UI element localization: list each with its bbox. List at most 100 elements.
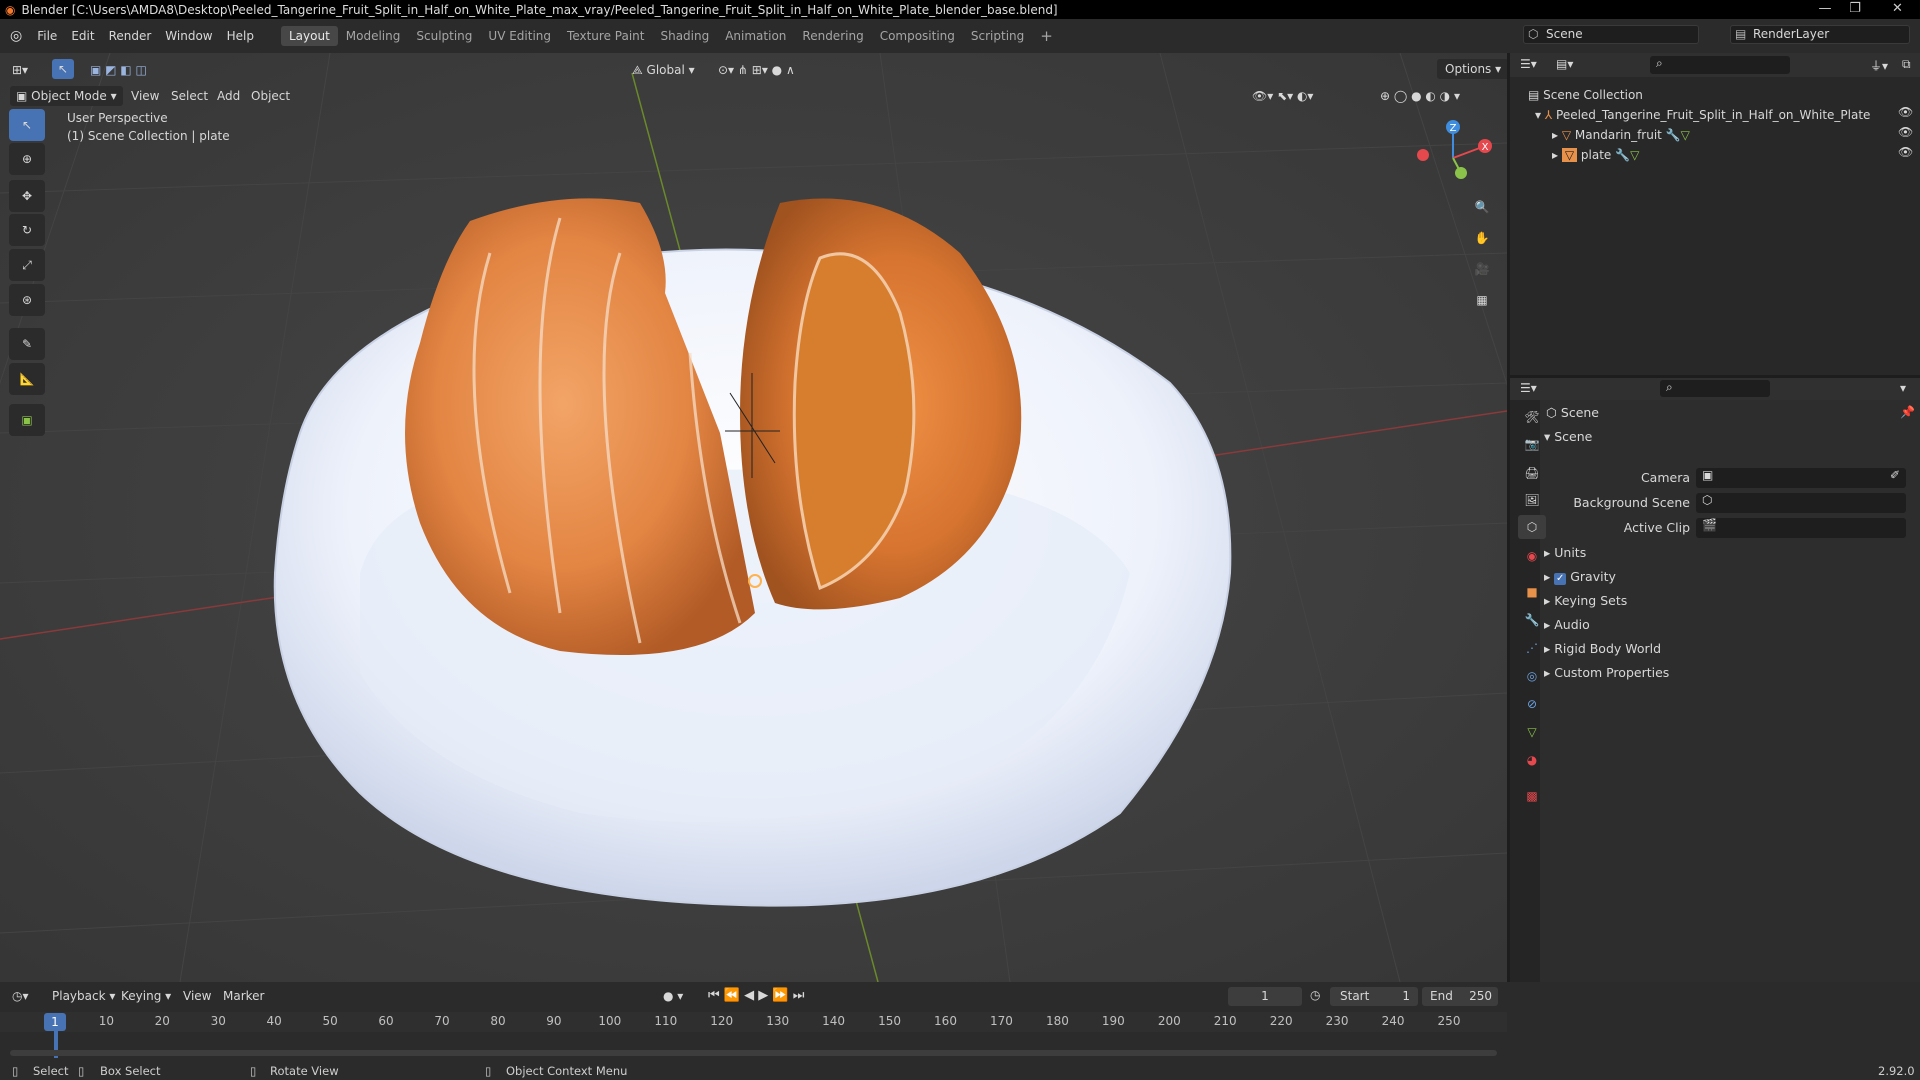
- select-box-tool[interactable]: ↖: [9, 109, 45, 141]
- menu-window[interactable]: Window: [158, 29, 219, 43]
- select-tool-icon[interactable]: ↖: [52, 59, 74, 79]
- data-tab-icon[interactable]: ▽: [1518, 720, 1546, 744]
- rotate-tool[interactable]: ↻: [9, 214, 45, 246]
- modifier-tab-icon[interactable]: 🔧: [1518, 608, 1546, 632]
- gizmo-y-axis[interactable]: [1455, 167, 1467, 179]
- timeline-editor-type-icon[interactable]: ◷▾: [12, 986, 29, 1006]
- current-frame-field[interactable]: 1: [1228, 987, 1302, 1006]
- visibility-eye-icon[interactable]: 👁: [1898, 145, 1913, 159]
- object-mode-dropdown[interactable]: ▣ Object Mode ▾: [10, 86, 123, 106]
- keying-menu[interactable]: Keying ▾: [121, 986, 171, 1006]
- blender-menu-icon[interactable]: ◎: [10, 28, 22, 44]
- chevron-down-icon[interactable]: ▾: [1900, 381, 1906, 395]
- menu-help[interactable]: Help: [220, 29, 261, 43]
- active-clip-field[interactable]: 🎬: [1696, 518, 1906, 538]
- navigation-gizmo[interactable]: Z X: [1405, 113, 1500, 193]
- close-icon[interactable]: ✕: [1875, 0, 1920, 19]
- end-frame-field[interactable]: End 250: [1422, 987, 1498, 1006]
- eyedropper-icon[interactable]: ✐: [1890, 468, 1900, 482]
- rigid-body-world-section[interactable]: ▸ Rigid Body World: [1544, 638, 1661, 660]
- world-tab-icon[interactable]: ◉: [1518, 544, 1546, 568]
- outliner-editor-type-icon[interactable]: ☰▾: [1520, 57, 1537, 71]
- playback-menu[interactable]: Playback ▾: [52, 986, 115, 1006]
- new-collection-icon[interactable]: ⧉: [1902, 57, 1911, 72]
- cursor-tool[interactable]: ⊕: [9, 143, 45, 175]
- marker-menu[interactable]: Marker: [223, 986, 264, 1006]
- playback-controls[interactable]: ⏮ ⏪ ◀ ▶ ⏩ ⏭: [708, 986, 804, 1006]
- viewport-menu-object[interactable]: Object: [251, 86, 290, 106]
- pivot-snap-icons[interactable]: ⊙▾ ⋔ ⊞▾ ● ∧: [718, 60, 795, 80]
- camera-view-icon[interactable]: 🎥: [1468, 255, 1496, 283]
- units-section[interactable]: ▸ Units: [1544, 542, 1586, 564]
- scale-tool[interactable]: ⤢: [9, 249, 45, 281]
- scene-panel-header[interactable]: ▾ Scene: [1544, 426, 1592, 448]
- editor-type-icon[interactable]: ⊞▾: [12, 60, 28, 80]
- measure-tool[interactable]: 📐: [9, 363, 45, 395]
- menu-edit[interactable]: Edit: [64, 29, 101, 43]
- tab-scripting[interactable]: Scripting: [963, 26, 1032, 46]
- timeline-view-menu[interactable]: View: [183, 986, 211, 1006]
- minimize-icon[interactable]: —: [1810, 0, 1840, 19]
- properties-editor-type-icon[interactable]: ☰▾: [1520, 381, 1537, 395]
- tab-modeling[interactable]: Modeling: [338, 26, 409, 46]
- gizmo-neg-x[interactable]: [1417, 149, 1429, 161]
- timeline-scrollbar[interactable]: [10, 1050, 1497, 1056]
- transform-tool[interactable]: ⊛: [9, 284, 45, 316]
- physics-tab-icon[interactable]: ◎: [1518, 664, 1546, 688]
- options-button[interactable]: Options ▾: [1437, 59, 1507, 79]
- menu-render[interactable]: Render: [102, 29, 159, 43]
- tab-uv-editing[interactable]: UV Editing: [480, 26, 559, 46]
- tab-animation[interactable]: Animation: [717, 26, 794, 46]
- viewport-menu-view[interactable]: View: [131, 86, 159, 106]
- outliner-search-input[interactable]: ⌕: [1650, 56, 1790, 74]
- custom-properties-section[interactable]: ▸ Custom Properties: [1544, 662, 1669, 684]
- add-workspace-icon[interactable]: +: [1032, 24, 1061, 48]
- keying-sets-section[interactable]: ▸ Keying Sets: [1544, 590, 1627, 612]
- tree-object-plate[interactable]: ▸ ▽ plate 🔧▽: [1552, 145, 1639, 165]
- object-tab-icon[interactable]: ■: [1518, 580, 1546, 604]
- start-frame-field[interactable]: Start 1: [1330, 987, 1418, 1006]
- render-tab-icon[interactable]: 📷: [1518, 432, 1546, 456]
- pin-icon[interactable]: 📌: [1900, 405, 1915, 419]
- viewport-menu-select[interactable]: Select: [171, 86, 208, 106]
- gravity-checkbox[interactable]: ✓: [1554, 573, 1567, 585]
- orientation-dropdown[interactable]: ⟁ Global ▾: [632, 60, 695, 80]
- pan-hand-icon[interactable]: ✋: [1468, 224, 1496, 252]
- tab-texture-paint[interactable]: Texture Paint: [559, 26, 652, 46]
- audio-section[interactable]: ▸ Audio: [1544, 614, 1590, 636]
- ortho-grid-icon[interactable]: ▦: [1468, 286, 1496, 314]
- record-keyframe-icon[interactable]: ● ▾: [663, 986, 683, 1006]
- tab-rendering[interactable]: Rendering: [794, 26, 871, 46]
- constraints-tab-icon[interactable]: ⊘: [1518, 692, 1546, 716]
- annotate-tool[interactable]: ✎: [9, 328, 45, 360]
- tree-object-mandarin[interactable]: ▸ ▽ Mandarin_fruit 🔧▽: [1552, 125, 1690, 145]
- tool-tab-icon[interactable]: 🛠: [1518, 405, 1546, 429]
- texture-tab-icon[interactable]: ▩: [1518, 784, 1546, 808]
- add-cube-tool[interactable]: ▣: [9, 404, 45, 436]
- select-mode-icons[interactable]: ▣ ◩ ◧ ◫: [90, 60, 147, 80]
- filter-icon[interactable]: ⏚▾: [1870, 57, 1888, 74]
- shading-mode-icons[interactable]: ⊕ ◯ ● ◐ ◑ ▾: [1380, 86, 1460, 106]
- tab-sculpting[interactable]: Sculpting: [408, 26, 480, 46]
- menu-file[interactable]: File: [30, 29, 64, 43]
- background-scene-field[interactable]: ⬡: [1696, 493, 1906, 513]
- tree-scene-collection[interactable]: ▤ Scene Collection: [1528, 85, 1643, 105]
- visibility-gizmo-icons[interactable]: 👁▾ ⬉▾ ◐▾: [1252, 86, 1313, 106]
- display-mode-icon[interactable]: ▤▾: [1556, 57, 1573, 71]
- camera-field[interactable]: ▣ ✐: [1696, 468, 1906, 488]
- render-layer-selector[interactable]: RenderLayer: [1730, 25, 1910, 44]
- 3d-viewport[interactable]: ⊞▾ ↖ ▣ ◩ ◧ ◫ ⟁ Global ▾ ⊙▾ ⋔ ⊞▾ ● ∧ Opti…: [0, 53, 1507, 982]
- tab-shading[interactable]: Shading: [652, 26, 717, 46]
- restore-icon[interactable]: ❐: [1840, 0, 1870, 19]
- visibility-eye-icon[interactable]: 👁: [1898, 125, 1913, 139]
- tab-compositing[interactable]: Compositing: [872, 26, 963, 46]
- particles-tab-icon[interactable]: ⋰: [1518, 636, 1546, 660]
- gravity-section[interactable]: ▸ ✓ Gravity: [1544, 566, 1616, 588]
- tree-collection[interactable]: ▾ ⅄ Peeled_Tangerine_Fruit_Split_in_Half…: [1535, 105, 1870, 125]
- scene-selector[interactable]: Scene: [1523, 25, 1699, 44]
- zoom-icon[interactable]: 🔍: [1468, 193, 1496, 221]
- move-tool[interactable]: ✥: [9, 180, 45, 212]
- tab-layout[interactable]: Layout: [280, 26, 338, 46]
- material-tab-icon[interactable]: ◕: [1518, 748, 1546, 772]
- viewport-menu-add[interactable]: Add: [217, 86, 240, 106]
